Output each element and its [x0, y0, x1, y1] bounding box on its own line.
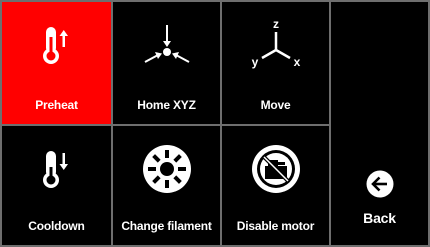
move-button[interactable]: z y x Move	[222, 2, 329, 124]
change-filament-button[interactable]: Change filament	[113, 126, 220, 245]
move-label: Move	[260, 98, 291, 112]
cooldown-button[interactable]: Cooldown	[2, 126, 111, 245]
svg-text:z: z	[273, 17, 279, 31]
home-xyz-button[interactable]: Home XYZ	[113, 2, 220, 124]
home-xyz-label: Home XYZ	[137, 98, 196, 112]
disable-motor-button[interactable]: Disable motor	[222, 126, 329, 245]
preheat-button[interactable]: Preheat	[2, 2, 111, 124]
svg-text:y: y	[251, 55, 258, 69]
svg-text:x: x	[293, 55, 300, 69]
thermometer-up-icon	[2, 2, 111, 88]
motor-disabled-icon	[222, 126, 329, 212]
xyz-axes-icon: z y x	[222, 2, 329, 88]
disable-motor-label: Disable motor	[236, 219, 315, 233]
preheat-label: Preheat	[35, 98, 78, 112]
thermometer-down-icon	[2, 126, 111, 212]
printer-tool-menu: Preheat Home XYZ z y x Move Cooldown Cha…	[0, 0, 430, 247]
back-button[interactable]: Back	[331, 2, 428, 245]
back-label: Back	[363, 210, 396, 226]
filament-spool-icon	[113, 126, 220, 212]
cooldown-label: Cooldown	[28, 219, 85, 233]
home-axes-icon	[113, 2, 220, 88]
arrow-left-circle-icon	[331, 162, 428, 206]
change-filament-label: Change filament	[121, 219, 212, 233]
